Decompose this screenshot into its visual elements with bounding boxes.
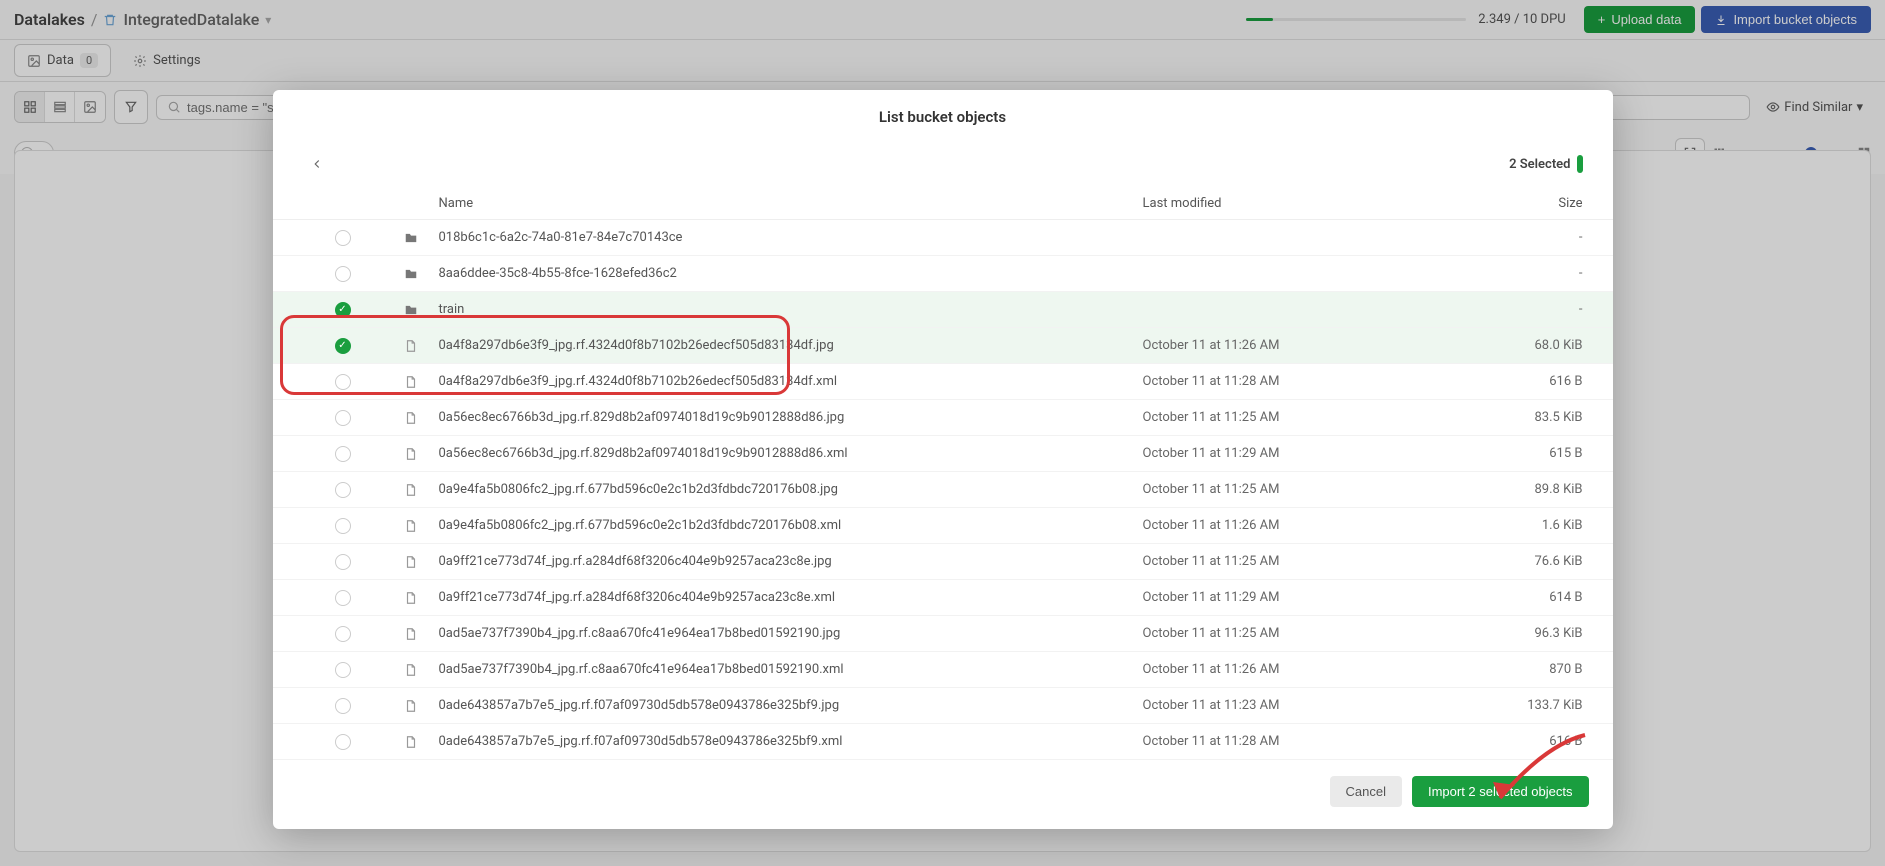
- row-last-modified: October 11 at 11:25 AM: [1143, 626, 1423, 641]
- row-size: 76.6 KiB: [1423, 554, 1583, 569]
- table-row[interactable]: 0a56ec8ec6766b3d_jpg.rf.829d8b2af0974018…: [273, 400, 1613, 436]
- row-name: 0ad5ae737f7390b4_jpg.rf.c8aa670fc41e964e…: [439, 662, 1143, 677]
- table-row[interactable]: 0a9e4fa5b0806fc2_jpg.rf.677bd596c0e2c1b2…: [273, 508, 1613, 544]
- checkmark-icon[interactable]: ✓: [335, 302, 351, 318]
- file-icon: [383, 375, 439, 389]
- folder-icon: [383, 303, 439, 317]
- file-icon: [383, 339, 439, 353]
- row-name: train: [439, 302, 1143, 317]
- table-header: Name Last modified Size: [273, 188, 1613, 220]
- checkbox-circle[interactable]: [335, 734, 351, 750]
- checkbox-circle[interactable]: [335, 446, 351, 462]
- row-size: 616 B: [1423, 734, 1583, 749]
- row-size: 96.3 KiB: [1423, 626, 1583, 641]
- file-icon: [383, 591, 439, 605]
- row-size: 870 B: [1423, 662, 1583, 677]
- row-last-modified: October 11 at 11:23 AM: [1143, 698, 1423, 713]
- table-row[interactable]: 0a56ec8ec6766b3d_jpg.rf.829d8b2af0974018…: [273, 436, 1613, 472]
- table-row[interactable]: 0a9ff21ce773d74f_jpg.rf.a284df68f3206c40…: [273, 580, 1613, 616]
- row-last-modified: October 11 at 11:26 AM: [1143, 518, 1423, 533]
- row-name: 0ade643857a7b7e5_jpg.rf.f07af09730d5db57…: [439, 698, 1143, 713]
- checkbox-circle[interactable]: [335, 410, 351, 426]
- row-name: 8aa6ddee-35c8-4b55-8fce-1628efed36c2: [439, 266, 1143, 281]
- file-icon: [383, 555, 439, 569]
- selected-count: 2 Selected: [1509, 157, 1570, 172]
- row-name: 0a56ec8ec6766b3d_jpg.rf.829d8b2af0974018…: [439, 410, 1143, 425]
- table-row[interactable]: 0ad5ae737f7390b4_jpg.rf.c8aa670fc41e964e…: [273, 616, 1613, 652]
- table-row[interactable]: 0ade643857a7b7e5_jpg.rf.f07af09730d5db57…: [273, 688, 1613, 724]
- row-name: 0a9e4fa5b0806fc2_jpg.rf.677bd596c0e2c1b2…: [439, 482, 1143, 497]
- row-size: 616 B: [1423, 374, 1583, 389]
- scroll-indicator: [1577, 155, 1583, 173]
- modal-overlay: List bucket objects 2 Selected Name Last…: [0, 0, 1885, 866]
- row-name: 0a9ff21ce773d74f_jpg.rf.a284df68f3206c40…: [439, 590, 1143, 605]
- row-size: 133.7 KiB: [1423, 698, 1583, 713]
- table-row[interactable]: 018b6c1c-6a2c-74a0-81e7-84e7c70143ce -: [273, 220, 1613, 256]
- import-selected-button[interactable]: Import 2 selected objects: [1412, 776, 1589, 807]
- row-last-modified: October 11 at 11:25 AM: [1143, 410, 1423, 425]
- file-icon: [383, 411, 439, 425]
- row-size: -: [1423, 230, 1583, 245]
- row-size: 68.0 KiB: [1423, 338, 1583, 353]
- table-row[interactable]: 0a9ff21ce773d74f_jpg.rf.a284df68f3206c40…: [273, 544, 1613, 580]
- file-icon: [383, 699, 439, 713]
- row-name: 0a9ff21ce773d74f_jpg.rf.a284df68f3206c40…: [439, 554, 1143, 569]
- checkbox-circle[interactable]: [335, 698, 351, 714]
- row-size: 615 B: [1423, 446, 1583, 461]
- file-icon: [383, 447, 439, 461]
- row-last-modified: October 11 at 11:25 AM: [1143, 554, 1423, 569]
- checkbox-circle[interactable]: [335, 626, 351, 642]
- row-name: 0a4f8a297db6e3f9_jpg.rf.4324d0f8b7102b26…: [439, 338, 1143, 353]
- table-row[interactable]: 0ad5ae737f7390b4_jpg.rf.c8aa670fc41e964e…: [273, 652, 1613, 688]
- row-name: 0ade643857a7b7e5_jpg.rf.f07af09730d5db57…: [439, 734, 1143, 749]
- checkbox-circle[interactable]: [335, 590, 351, 606]
- col-last-modified: Last modified: [1143, 196, 1423, 211]
- table-row[interactable]: ✓ 0a4f8a297db6e3f9_jpg.rf.4324d0f8b7102b2…: [273, 328, 1613, 364]
- row-size: 83.5 KiB: [1423, 410, 1583, 425]
- folder-icon: [383, 231, 439, 245]
- row-name: 0a4f8a297db6e3f9_jpg.rf.4324d0f8b7102b26…: [439, 374, 1143, 389]
- checkbox-circle[interactable]: [335, 374, 351, 390]
- row-last-modified: October 11 at 11:28 AM: [1143, 734, 1423, 749]
- table-row[interactable]: ✓ train -: [273, 292, 1613, 328]
- cancel-button[interactable]: Cancel: [1330, 776, 1402, 807]
- table-row[interactable]: 0a4f8a297db6e3f9_jpg.rf.4324d0f8b7102b26…: [273, 364, 1613, 400]
- row-last-modified: October 11 at 11:26 AM: [1143, 662, 1423, 677]
- row-last-modified: October 11 at 11:25 AM: [1143, 482, 1423, 497]
- row-name: 0a9e4fa5b0806fc2_jpg.rf.677bd596c0e2c1b2…: [439, 518, 1143, 533]
- back-button[interactable]: [303, 150, 331, 178]
- checkbox-circle[interactable]: [335, 662, 351, 678]
- row-size: 614 B: [1423, 590, 1583, 605]
- file-icon: [383, 735, 439, 749]
- row-size: 89.8 KiB: [1423, 482, 1583, 497]
- checkbox-circle[interactable]: [335, 230, 351, 246]
- checkbox-circle[interactable]: [335, 266, 351, 282]
- file-icon: [383, 519, 439, 533]
- row-last-modified: October 11 at 11:29 AM: [1143, 446, 1423, 461]
- row-size: -: [1423, 302, 1583, 317]
- table-row[interactable]: 8aa6ddee-35c8-4b55-8fce-1628efed36c2 -: [273, 256, 1613, 292]
- checkmark-icon[interactable]: ✓: [335, 338, 351, 354]
- checkbox-circle[interactable]: [335, 482, 351, 498]
- table-row[interactable]: 0a9e4fa5b0806fc2_jpg.rf.677bd596c0e2c1b2…: [273, 472, 1613, 508]
- row-last-modified: October 11 at 11:28 AM: [1143, 374, 1423, 389]
- row-name: 0ad5ae737f7390b4_jpg.rf.c8aa670fc41e964e…: [439, 626, 1143, 641]
- file-icon: [383, 627, 439, 641]
- row-name: 0a56ec8ec6766b3d_jpg.rf.829d8b2af0974018…: [439, 446, 1143, 461]
- col-size: Size: [1423, 196, 1583, 211]
- table-row[interactable]: 0ade643857a7b7e5_jpg.rf.f07af09730d5db57…: [273, 724, 1613, 760]
- row-last-modified: October 11 at 11:26 AM: [1143, 338, 1423, 353]
- row-last-modified: October 11 at 11:29 AM: [1143, 590, 1423, 605]
- file-icon: [383, 663, 439, 677]
- list-bucket-modal: List bucket objects 2 Selected Name Last…: [273, 90, 1613, 829]
- row-size: -: [1423, 266, 1583, 281]
- row-size: 1.6 KiB: [1423, 518, 1583, 533]
- row-name: 018b6c1c-6a2c-74a0-81e7-84e7c70143ce: [439, 230, 1143, 245]
- file-icon: [383, 483, 439, 497]
- folder-icon: [383, 267, 439, 281]
- checkbox-circle[interactable]: [335, 554, 351, 570]
- checkbox-circle[interactable]: [335, 518, 351, 534]
- modal-title: List bucket objects: [273, 90, 1613, 144]
- col-name: Name: [439, 196, 1143, 211]
